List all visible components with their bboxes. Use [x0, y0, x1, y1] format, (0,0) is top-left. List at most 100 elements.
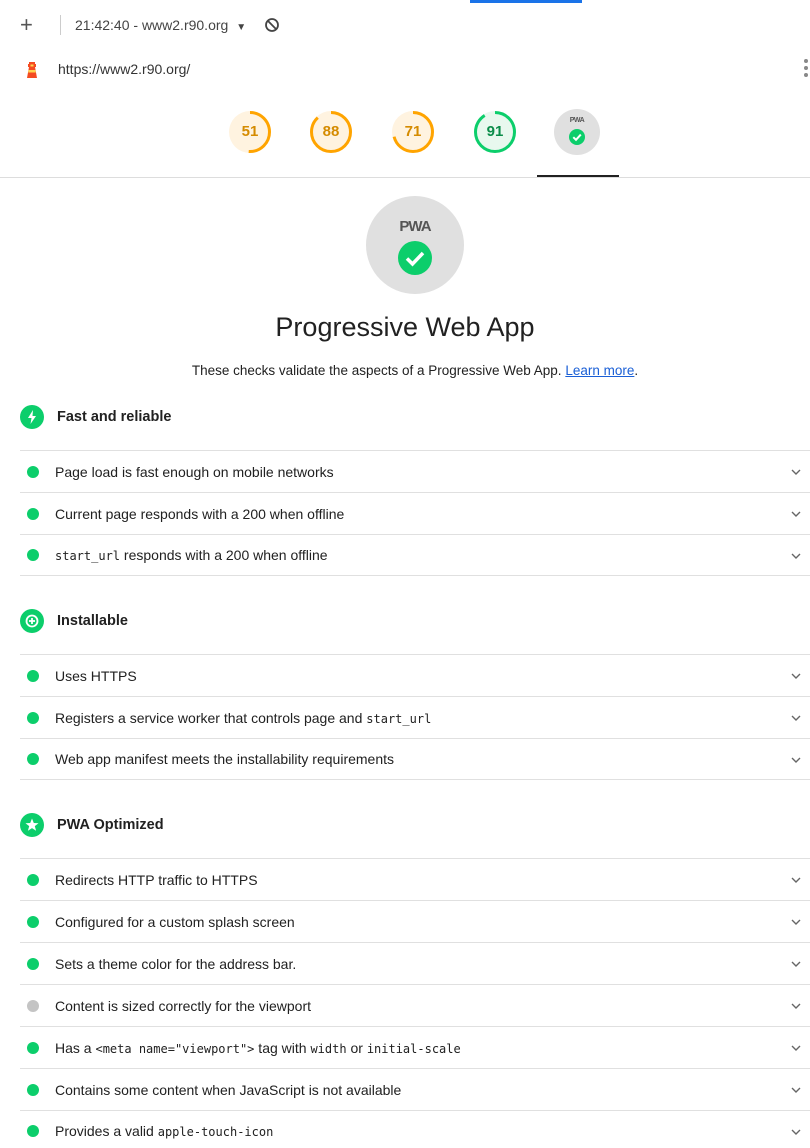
audit-row[interactable]: Contains some content when JavaScript is… — [20, 1068, 810, 1110]
category-description: These checks validate the aspects of a P… — [0, 363, 810, 378]
audit-text: Current page responds with a 200 when of… — [55, 505, 345, 522]
audit-text: Content is sized correctly for the viewp… — [55, 997, 311, 1014]
audit-code-text: <meta name="viewport"> — [95, 1041, 255, 1056]
learn-more-link[interactable]: Learn more — [565, 363, 634, 378]
lighthouse-icon — [27, 62, 37, 78]
chevron-down-icon[interactable] — [790, 1126, 802, 1138]
audit-title: Current page responds with a 200 when of… — [55, 506, 344, 522]
audit-row[interactable]: Registers a service worker that controls… — [20, 696, 810, 738]
report-selector[interactable]: 21:42:40 - www2.r90.org ▼ — [75, 17, 246, 33]
report-selector-label: 21:42:40 - www2.r90.org — [75, 17, 229, 33]
audit-title: Web app manifest meets the installabilit… — [55, 751, 394, 767]
group-header: Fast and reliable — [20, 402, 171, 432]
audit-text: Uses HTTPS — [55, 667, 137, 684]
group-title: Installable — [57, 613, 128, 629]
toolbar-divider — [60, 15, 61, 35]
status-dot-icon — [27, 669, 39, 682]
chevron-down-icon[interactable] — [790, 466, 802, 478]
chevron-down-icon[interactable] — [790, 508, 802, 520]
category-title: Progressive Web App — [275, 312, 535, 342]
audit-text: Registers a service worker that controls… — [55, 709, 367, 726]
url-bar: https://www2.r90.org/ — [0, 50, 810, 88]
status-dot-icon — [27, 1041, 39, 1054]
audit-row[interactable]: Sets a theme color for the address bar. — [20, 942, 810, 984]
audit-text: Has a — [55, 1039, 96, 1056]
pwa-badge-label: PWA — [399, 218, 431, 235]
chevron-down-icon[interactable] — [790, 916, 802, 928]
status-dot-icon — [27, 957, 39, 970]
audit-row[interactable]: Redirects HTTP traffic to HTTPS — [20, 858, 810, 900]
audit-text: Redirects HTTP traffic to HTTPS — [55, 871, 258, 888]
score-gauges: 51 88 71 91 PWA — [0, 96, 810, 178]
chevron-down-icon[interactable] — [790, 712, 802, 724]
audit-text: Web app manifest meets the installabilit… — [55, 751, 395, 767]
audit-row[interactable]: Content is sized correctly for the viewp… — [20, 984, 810, 1026]
gauge-score: 51 — [241, 123, 259, 140]
chevron-down-icon[interactable] — [790, 1084, 802, 1096]
audit-row[interactable]: Web app manifest meets the installabilit… — [20, 738, 810, 780]
audit-row[interactable]: Uses HTTPS — [20, 654, 810, 696]
audit-text: responds with a 200 when offline — [120, 547, 328, 563]
gauge-score: 71 — [404, 123, 422, 140]
audit-row[interactable]: start_url responds with a 200 when offli… — [20, 534, 810, 576]
audit-text: Page load is fast enough on mobile netwo… — [55, 463, 334, 480]
audit-text: tag with — [254, 1039, 311, 1056]
pwa-badge: PWA — [366, 196, 464, 294]
check-circle-icon — [569, 129, 585, 145]
audit-title: Configured for a custom splash screen — [55, 914, 295, 930]
audit-text: Configured for a custom splash screen — [55, 913, 295, 930]
check-circle-icon — [398, 241, 432, 275]
pwa-badge-label: PWA — [569, 117, 585, 124]
chevron-down-icon[interactable] — [790, 874, 802, 886]
status-dot-icon — [27, 549, 39, 561]
add-report-button[interactable]: + — [20, 14, 44, 36]
group-header: PWA Optimized — [20, 810, 164, 840]
status-dot-icon — [27, 465, 39, 478]
lightning-icon — [20, 405, 44, 429]
audit-title: Uses HTTPS — [55, 668, 137, 684]
group-title: Fast and reliable — [57, 409, 172, 425]
audit-title: Content is sized correctly for the viewp… — [55, 998, 311, 1014]
audit-row[interactable]: Page load is fast enough on mobile netwo… — [20, 450, 810, 492]
chevron-down-icon[interactable] — [790, 1042, 802, 1054]
star-icon — [20, 813, 44, 837]
gauge-best-practices[interactable]: 71 — [390, 109, 436, 155]
audit-code-text: apple-touch-icon — [157, 1125, 274, 1139]
status-dot-icon — [27, 753, 39, 765]
chevron-down-icon[interactable] — [790, 550, 802, 562]
audit-code-text: start_url — [55, 549, 121, 563]
audit-code-text: initial-scale — [366, 1041, 461, 1056]
gauge-score: 88 — [322, 123, 340, 140]
active-tab-indicator — [470, 0, 582, 3]
chevron-down-icon[interactable] — [790, 754, 802, 766]
audit-text: Sets a theme color for the address bar. — [55, 955, 297, 972]
chevron-down-icon[interactable] — [790, 670, 802, 682]
clear-block-icon[interactable] — [264, 17, 280, 33]
audit-text: Contains some content when JavaScript is… — [55, 1081, 402, 1098]
audit-row[interactable]: Has a <meta name="viewport"> tag with wi… — [20, 1026, 810, 1068]
status-dot-icon — [27, 711, 39, 724]
chevron-down-icon[interactable] — [790, 1000, 802, 1012]
more-options-icon[interactable] — [804, 56, 810, 80]
audit-row[interactable]: Provides a valid apple-touch-icon — [20, 1110, 810, 1148]
caret-down-icon: ▼ — [236, 22, 247, 33]
group-title: PWA Optimized — [57, 817, 164, 833]
gauge-pwa[interactable]: PWA — [554, 109, 600, 155]
gauge-performance[interactable]: 51 — [227, 109, 273, 155]
gauge-accessibility[interactable]: 88 — [308, 109, 354, 155]
chevron-down-icon[interactable] — [790, 958, 802, 970]
description-text: These checks validate the aspects of a P… — [191, 363, 562, 378]
audit-text: or — [346, 1039, 367, 1056]
report-toolbar: + 21:42:40 - www2.r90.org ▼ — [0, 0, 810, 50]
gauge-seo[interactable]: 91 — [472, 109, 518, 155]
status-dot-icon — [27, 873, 39, 886]
status-dot-icon — [27, 999, 39, 1012]
audit-title: Redirects HTTP traffic to HTTPS — [55, 872, 258, 888]
audit-row[interactable]: Configured for a custom splash screen — [20, 900, 810, 942]
audit-title: Registers a service worker that controls… — [55, 710, 431, 726]
status-dot-icon — [27, 507, 39, 520]
audit-title: Page load is fast enough on mobile netwo… — [55, 464, 334, 480]
audit-code-text: start_url — [366, 711, 432, 726]
audit-title: Has a <meta name="viewport"> tag with wi… — [55, 1040, 461, 1056]
audit-row[interactable]: Current page responds with a 200 when of… — [20, 492, 810, 534]
